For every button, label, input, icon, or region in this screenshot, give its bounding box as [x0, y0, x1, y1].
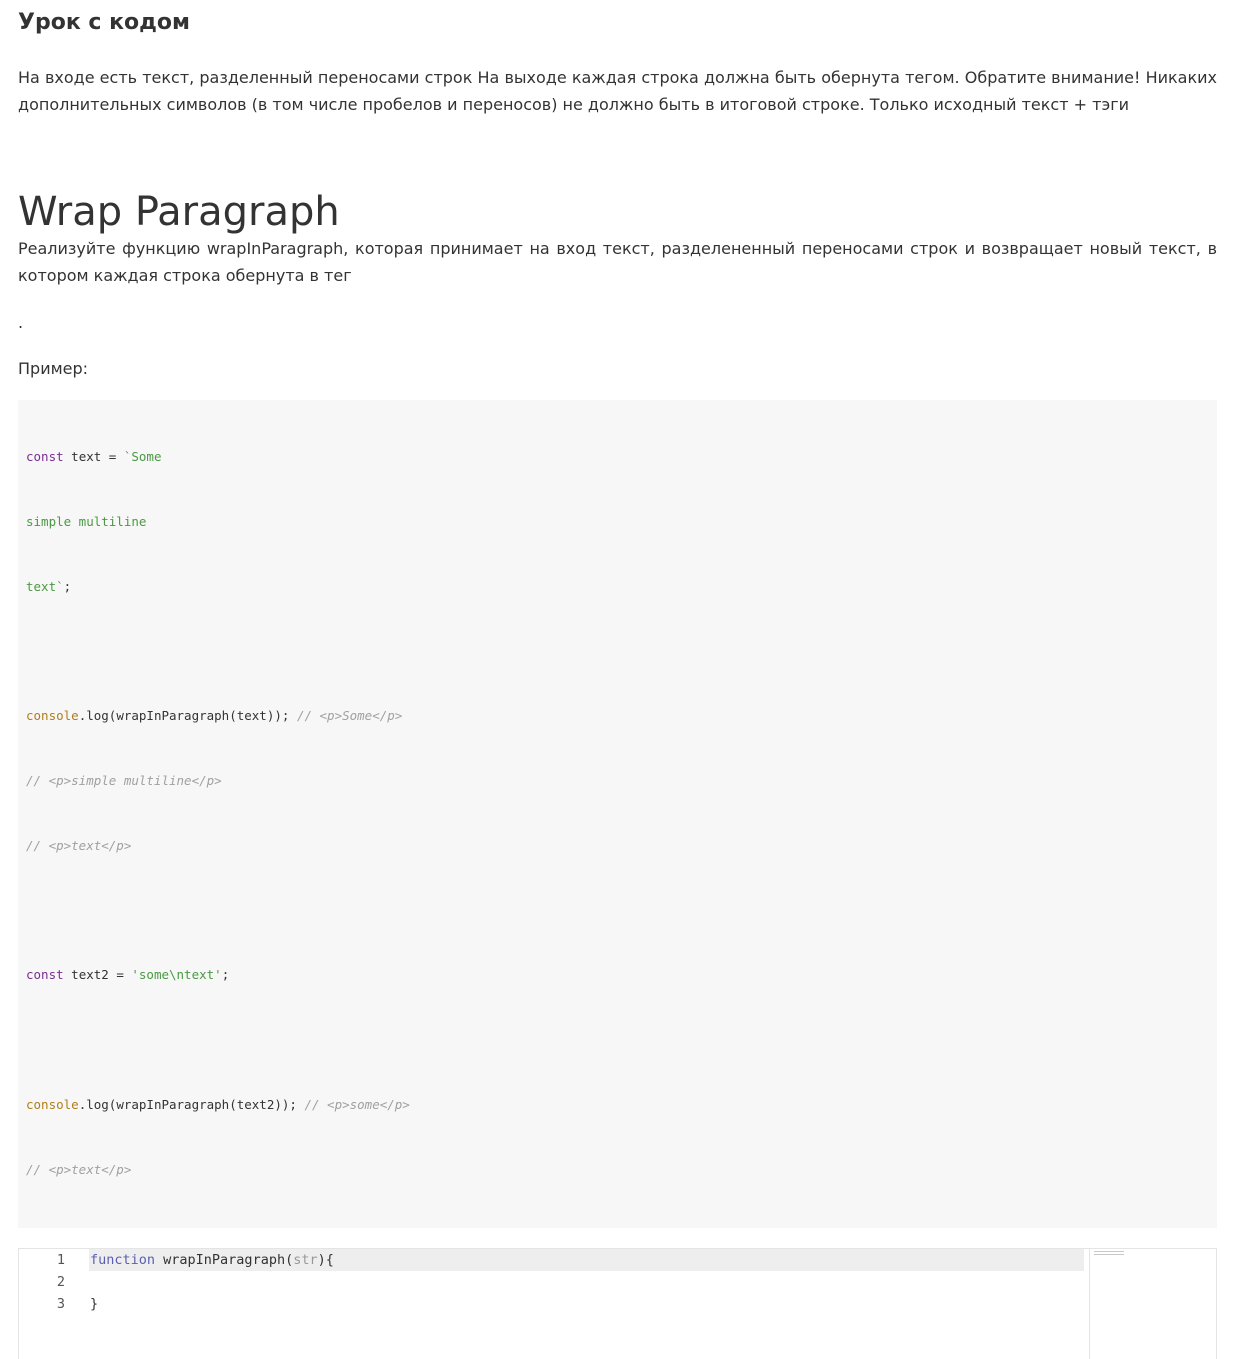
code-comment: // <p>text</p>: [26, 837, 132, 853]
code-text: ;: [63, 578, 72, 594]
example-code-line-10: [26, 1029, 1209, 1051]
code-param: str: [293, 1251, 318, 1268]
minimap-line: [1094, 1253, 1124, 1255]
example-code-line-3: text`;: [26, 576, 1209, 598]
example-code-line-7: // <p>text</p>: [26, 835, 1209, 857]
task-description: Реализуйте функцию wrapInParagraph, кото…: [18, 239, 1217, 285]
code-keyword: const: [26, 449, 64, 465]
code-comment: // <p>text</p>: [26, 1161, 132, 1177]
code-builtin: console: [26, 708, 79, 724]
lesson-title: Урок с кодом: [18, 10, 191, 35]
example-code-line-4: [26, 641, 1209, 663]
editor-gutter: 1 2 3: [19, 1249, 75, 1315]
code-builtin: console: [26, 1097, 79, 1112]
code-string: `Some: [123, 449, 162, 465]
code-keyword: const: [26, 967, 64, 983]
editor-code-area[interactable]: function wrapInParagraph(str){ }: [89, 1248, 1084, 1315]
code-string: text`: [26, 578, 64, 594]
code-string: simple multiline: [26, 513, 147, 529]
editor-minimap[interactable]: [1089, 1248, 1202, 1359]
example-label: Пример:: [18, 359, 89, 378]
line-number: 2: [56, 1273, 65, 1290]
example-code-line-6: // <p>simple multiline</p>: [26, 770, 1209, 792]
editor-line-1[interactable]: function wrapInParagraph(str){: [89, 1248, 1084, 1271]
line-number: 1: [56, 1251, 65, 1268]
code-comment: // <p>some</p>: [304, 1097, 410, 1112]
example-code-line-12: // <p>text</p>: [26, 1159, 1209, 1181]
example-code-block: const text = `Some simple multiline text…: [18, 400, 1217, 1228]
code-text: ){: [317, 1251, 334, 1268]
example-code-line-2: simple multiline: [26, 511, 1209, 533]
code-text: wrapInParagraph(: [155, 1251, 294, 1268]
code-text: .log(wrapInParagraph(text2));: [78, 1097, 305, 1112]
code-text: text =: [63, 449, 124, 465]
lesson-page: Урок с кодом На входе есть текст, раздел…: [0, 0, 1248, 1359]
code-comment: // <p>simple multiline</p>: [26, 773, 222, 789]
task-title: Wrap Paragraph: [18, 189, 340, 235]
line-number: 3: [56, 1295, 65, 1312]
minimap-line: [1094, 1250, 1124, 1252]
code-text: .log(wrapInParagraph(text));: [78, 708, 297, 724]
code-string: 'some\ntext': [131, 967, 222, 983]
editor-line-2[interactable]: [89, 1271, 1084, 1293]
lesson-intro: На входе есть текст, разделенный перенос…: [18, 68, 1217, 114]
example-code-line-5: console.log(wrapInParagraph(text)); // <…: [26, 705, 1209, 727]
code-text: text2 =: [63, 967, 132, 983]
task-dot: .: [18, 313, 24, 332]
code-keyword: function: [90, 1251, 156, 1268]
example-code-line-11: console.log(wrapInParagraph(text2)); // …: [26, 1094, 1209, 1116]
code-text: ;: [221, 967, 230, 983]
editor-line-3[interactable]: }: [89, 1293, 1084, 1315]
code-comment: // <p>Some</p>: [296, 708, 403, 724]
code-text: }: [90, 1295, 99, 1312]
example-code-line-8: [26, 900, 1209, 922]
example-code-line-9: const text2 = 'some\ntext';: [26, 964, 1209, 986]
example-code-line-1: const text = `Some: [26, 446, 1209, 468]
code-editor[interactable]: 1 2 3 function wrapInParagraph(str){ }: [18, 1247, 1217, 1359]
